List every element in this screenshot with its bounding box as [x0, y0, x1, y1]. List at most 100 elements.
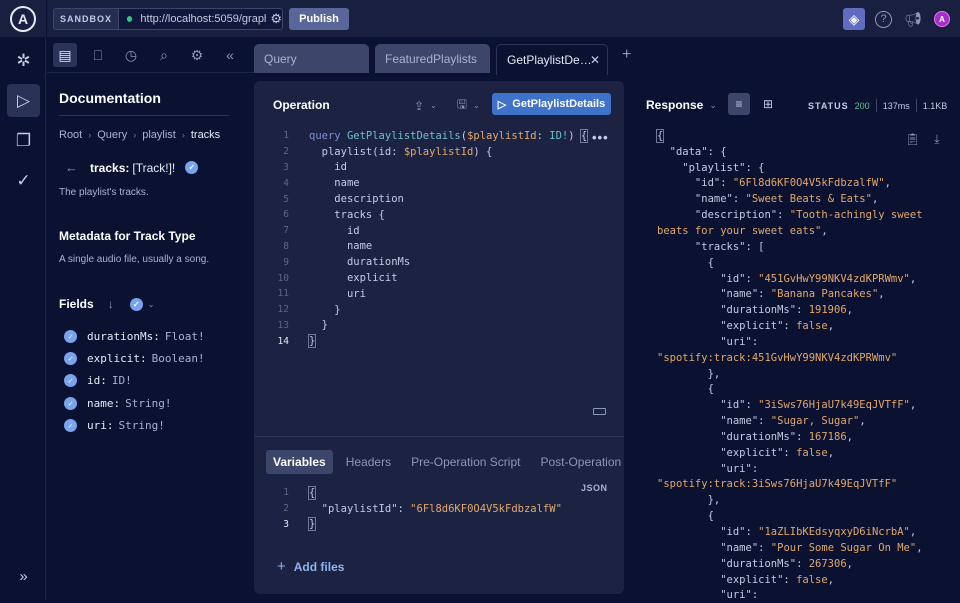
field-row-type[interactable]: Boolean! — [152, 352, 205, 365]
code-text: durationMs — [309, 256, 410, 268]
play-icon: ▷ — [497, 98, 507, 111]
variables-editor[interactable]: 1{2 "playlistId": "6Fl8d6KF0O4V5kFdbzalf… — [254, 485, 624, 532]
chevron-down-icon[interactable]: ⌄ — [148, 300, 155, 309]
add-files-button[interactable]: + Add files — [277, 558, 344, 575]
settings-icon[interactable]: ⚙ — [185, 43, 209, 67]
line-number: 1 — [283, 130, 289, 142]
publish-button[interactable]: Publish — [289, 8, 349, 30]
response-line: "durationMs": 167186, — [657, 429, 957, 445]
field-checkbox[interactable]: ✓ — [64, 396, 77, 410]
json-token: false — [796, 573, 828, 586]
json-view-icon[interactable]: ≡ — [728, 93, 750, 115]
json-token: "uri": — [657, 335, 759, 348]
line-number: 3 — [283, 518, 289, 530]
field-row-type[interactable]: ID! — [112, 374, 132, 387]
sandbox-label: SANDBOX — [54, 9, 120, 29]
code-line: 4 name — [254, 175, 624, 191]
sort-icon[interactable]: ↓ — [108, 297, 114, 311]
run-operation-button[interactable]: ▷ GetPlaylistDetails — [492, 93, 611, 115]
response-line: "name": "Banana Pancakes", — [657, 286, 957, 302]
graph-icon[interactable]: ✲ — [7, 44, 40, 77]
expand-icon[interactable]: » — [7, 560, 40, 593]
field-row[interactable]: ✓ name: String! — [64, 392, 205, 414]
apollo-logo-icon[interactable]: A — [10, 6, 36, 32]
divider — [254, 436, 624, 437]
operation-editor[interactable]: 1 query GetPlaylistDetails($playlistId: I… — [254, 128, 624, 349]
field-row[interactable]: ✓ id: ID! — [64, 370, 205, 392]
json-token: , — [909, 399, 917, 412]
response-line: "data": { — [657, 144, 957, 160]
chevron-down-icon[interactable]: ⌄ — [473, 101, 480, 110]
field-row[interactable]: ✓ durationMs: Float! — [64, 325, 205, 347]
code-token: playlist(id: — [321, 145, 404, 158]
schema-reference-icon[interactable]: ◈ — [843, 8, 865, 30]
avatar[interactable]: A — [934, 11, 950, 27]
field-checkbox[interactable]: ✓ — [64, 352, 77, 366]
field-selected-checkbox[interactable]: ✓ — [185, 161, 199, 174]
help-icon[interactable]: ? — [875, 10, 892, 28]
field-checkbox[interactable]: ✓ — [64, 419, 77, 433]
tab-post-operation-script[interactable]: Post-Operation Script — [533, 450, 624, 474]
tab-headers[interactable]: Headers — [339, 450, 398, 474]
field-checkbox[interactable]: ✓ — [64, 374, 77, 388]
save-icon[interactable]: 🖫︎ — [457, 95, 467, 116]
field-row-type[interactable]: Float! — [165, 330, 205, 343]
response-line: "name": "Pour Some Sugar On Me", — [657, 540, 957, 556]
select-all-checkbox[interactable]: ✓ — [129, 297, 143, 311]
back-arrow-icon[interactable]: ← — [65, 160, 78, 175]
response-line: "explicit": false, — [657, 318, 957, 334]
bookmark-icon[interactable]: ⎕ — [86, 43, 110, 67]
tab-get-playlist-details[interactable]: GetPlaylistDe… ✕ — [496, 44, 608, 75]
top-bar: A SANDBOX http://localhost:5059/graphql … — [0, 0, 960, 38]
field-type[interactable]: [Track!]! — [132, 161, 175, 175]
breadcrumb-root[interactable]: Root — [59, 129, 82, 141]
json-token: , — [827, 573, 835, 586]
field-row[interactable]: ✓ explicit: Boolean! — [64, 347, 205, 369]
response-body: { "data": { "playlist": { "id": "6Fl8d6K… — [655, 128, 957, 603]
json-token: , — [846, 304, 853, 317]
response-line: { — [657, 382, 957, 398]
json-token: , — [846, 430, 853, 443]
field-row-type[interactable]: String! — [119, 419, 165, 432]
json-token: , — [846, 557, 853, 570]
checks-icon[interactable]: ❐ — [7, 124, 40, 157]
divider — [875, 99, 877, 112]
keyboard-icon[interactable] — [593, 408, 606, 415]
chevron-down-icon[interactable]: ⌄ — [430, 101, 437, 110]
response-title[interactable]: Response ⌄ — [646, 98, 717, 112]
fields-header: Fields ↓ ✓ ⌄ — [59, 297, 154, 311]
json-token: "durationMs": — [657, 430, 809, 443]
close-icon[interactable]: ✕ — [590, 53, 600, 67]
tab-query[interactable]: Query — [254, 44, 369, 73]
response-line: "name": "Sweet Beats & Eats", — [657, 191, 957, 207]
endpoint-url-input[interactable]: http://localhost:5059/graphql — [140, 13, 266, 25]
collapse-icon[interactable]: « — [218, 43, 242, 67]
connection-settings-icon[interactable]: ⚙ — [270, 11, 282, 27]
tab-variables[interactable]: Variables — [266, 450, 333, 474]
field-row[interactable]: ✓ uri: String! — [64, 415, 205, 437]
field-row-type[interactable]: String! — [125, 397, 171, 410]
response-line: "id": "1aZLIbKEdsyqxyD6iNcrbA", — [657, 524, 957, 540]
code-text: } — [307, 517, 317, 532]
tab-featured-playlists[interactable]: FeaturedPlaylists — [375, 44, 490, 73]
breadcrumb-playlist[interactable]: playlist — [142, 129, 176, 141]
history-icon[interactable]: ◷ — [119, 43, 143, 67]
megaphone-icon[interactable]: 📢︎ — [902, 8, 924, 30]
tab-pre-operation-script[interactable]: Pre-Operation Script — [404, 450, 527, 474]
search-icon[interactable]: ⌕ — [152, 43, 176, 67]
line-number: 13 — [277, 319, 289, 331]
play-icon[interactable]: ▷ — [7, 84, 40, 117]
share-icon[interactable]: ⇪ — [414, 99, 424, 113]
code-text: description — [309, 193, 404, 205]
breadcrumb-query[interactable]: Query — [97, 129, 127, 141]
endpoint-field[interactable]: SANDBOX http://localhost:5059/graphql ⚙ — [53, 8, 283, 30]
response-time: 137ms — [882, 100, 910, 111]
code-token: name — [346, 240, 373, 253]
json-token: false — [796, 320, 828, 333]
check-icon[interactable]: ✓ — [7, 164, 40, 197]
add-tab-icon[interactable]: + — [622, 46, 631, 64]
field-checkbox[interactable]: ✓ — [64, 329, 77, 343]
documentation-icon[interactable]: ▤ — [53, 43, 77, 67]
table-view-icon[interactable]: ⊞ — [757, 93, 779, 115]
more-options-icon[interactable]: ••• — [592, 130, 609, 145]
